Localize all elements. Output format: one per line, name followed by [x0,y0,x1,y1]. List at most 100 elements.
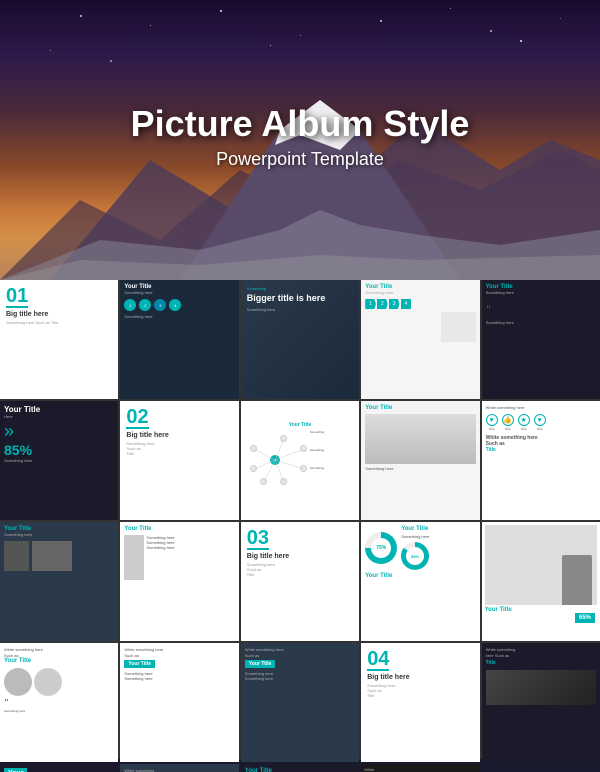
slide-9-text: Something here [365,466,475,471]
person-photo-2 [34,668,62,696]
slide-14-footer-title: Your Title [365,573,475,579]
slide-11-photos [4,541,114,571]
ndot-label-3: Something [310,466,324,470]
slide-7-small-text: Something hereSuch asTitle [126,441,232,457]
slide-6-sub: Here [4,414,114,419]
slide-16-white-title: White something hereSuch as [4,647,114,658]
slide-15-badge: 65% [575,613,595,623]
slide-5-quote: " [486,303,596,317]
slide-8[interactable]: Your Title Something [241,401,359,520]
hero-subtitle: Powerpoint Template [131,149,470,170]
slide-16[interactable]: White something hereSuch as Your Title "… [0,643,118,762]
slide-17-text: Something hereSomething here [124,671,234,681]
slide-15[interactable]: 65% Your Title [482,522,600,641]
slide-22[interactable]: White somethinghere Such as Title [120,764,238,772]
step-3: 3 [389,299,400,309]
slide-2-circles: 1 2 3 4 [124,299,234,311]
slide-16-title: Your Title [4,658,114,664]
slide-4-steps: 1 2 3 4 [365,299,475,309]
slide-19-big-title: Big title here [367,674,473,681]
star-icon: ★ [518,414,530,426]
slide-18-teal-box: Your Title [245,660,276,668]
slide-6[interactable]: Your Title Here » 85% Something here [0,401,118,520]
slide-11-sub: Something here [4,532,114,537]
icon-circle-check: ♥ Title [534,414,546,431]
icon-heart-label: Title [489,427,495,431]
slide-18[interactable]: White something hereSuch as Your Title S… [241,643,359,762]
slide-14-sub: Something here [401,534,429,539]
icon-thumb-label: Title [505,427,511,431]
circle-1: 1 [124,299,136,311]
donut-2: 85% [401,542,429,570]
slide-8-title: Your Title [289,422,312,428]
network-lines [245,430,315,490]
slide-18-title: Your Title [249,661,272,667]
slide-2[interactable]: Your Title Something here 1 2 3 4 Someth… [120,280,238,399]
slide-24[interactable]: WhiteSomethingSuch as Title [361,764,479,772]
slide-1[interactable]: 01 Big title here Something here Such as… [0,280,118,399]
circle-2: 2 [139,299,151,311]
slide-8-network: Something Something Something [245,430,355,500]
slide-10-title: White something hereSuch asTitle [486,435,596,453]
slide-12[interactable]: Your Title Something hereSomething hereS… [120,522,238,641]
slide-13-big-title: Big title here [247,553,353,560]
thumbnails-grid: 01 Big title here Something here Such as… [0,280,600,759]
slide-19-text: Something hereSuch asTitle [367,683,473,698]
slide-20-title: Title [486,660,596,666]
slide-12-text: Something hereSomething hereSomething he… [146,535,234,551]
slide-17-title: Your Title [128,661,151,667]
slide-21-teal-box: YourTitle [4,768,27,772]
slide-3-label: Something [247,286,353,291]
slide-19[interactable]: 04 Big title here Something hereSuch asT… [361,643,479,762]
slide-5[interactable]: Your Title Something here " Something he… [482,280,600,399]
slide-1-big-title: Big title here [6,311,112,318]
step-1: 1 [365,299,376,309]
slide-9[interactable]: Your Title Something here [361,401,479,520]
slide-1-small-text: Something here Such as Title [6,320,112,325]
slide-20-white-title: White somethinghere Such as [486,647,596,658]
slide-17[interactable]: White something hereSuch as Your Title S… [120,643,238,762]
donut-1: 75% [365,532,397,564]
slide-13-small-text: Something hereSuch asTitle [247,562,353,578]
icon-check-label: Title [537,427,543,431]
slide-7-num: 02 [126,407,148,429]
slide-23[interactable]: Your Title 65% 35% 75% [241,764,359,772]
slide-2-text: Something here [124,314,234,319]
icon-heart: ♥ Title [486,414,498,431]
slide-17-teal-box: Your Title [124,660,155,668]
slide-20[interactable]: White somethinghere Such as Title [482,643,600,762]
slide-16-photos [4,668,114,696]
hero-section: Picture Album Style Powerpoint Template [0,0,600,280]
thumb-icon: 👍 [502,414,514,426]
slide-4[interactable]: Your Title Something here 1 2 3 4 [361,280,479,399]
step-2: 2 [377,299,388,309]
slide-4-photo [441,312,476,342]
circle-4: 4 [169,299,181,311]
slide-6-pct: 85% [4,442,114,458]
slide-3-big: Bigger title is here [247,293,353,304]
slide-2-sub: Something here [124,290,234,295]
slide-6-smalltext: Something here [4,458,114,463]
donut-1-label: 75% [371,538,391,558]
check-icon: ♥ [534,414,546,426]
slide-14-content: 75% Your Title Something here 85% [365,526,475,570]
slide-7[interactable]: 02 Big title here Something hereSuch asT… [120,401,238,520]
slide-1-num: 01 [6,286,28,308]
slide-12-text-area: Something hereSomething hereSomething he… [146,535,234,580]
slide-11[interactable]: Your Title Something here [0,522,118,641]
slide-14-text: Your Title Something here 85% [401,526,429,570]
slide-4-sub: Something here [365,290,475,295]
circle-3: 3 [154,299,166,311]
slide-21[interactable]: YourTitle Something here [0,764,118,772]
slide-10[interactable]: White something here ♥ Title 👍 Title ★ T… [482,401,600,520]
slide-3[interactable]: Something Bigger title is here Something… [241,280,359,399]
donut-container-1: 75% [365,532,397,564]
slide-18-text: Something hereSomething here [245,671,355,681]
person-photo-1 [4,668,32,696]
slide-14[interactable]: 75% Your Title Something here 85% Your T… [361,522,479,641]
slide-20-photo [486,670,596,705]
slide-24-white-title: WhiteSomethingSuch as [364,767,476,772]
ndot-label-1: Something [310,430,324,434]
icon-thumb: 👍 Title [502,414,514,431]
slide-13[interactable]: 03 Big title here Something hereSuch asT… [241,522,359,641]
